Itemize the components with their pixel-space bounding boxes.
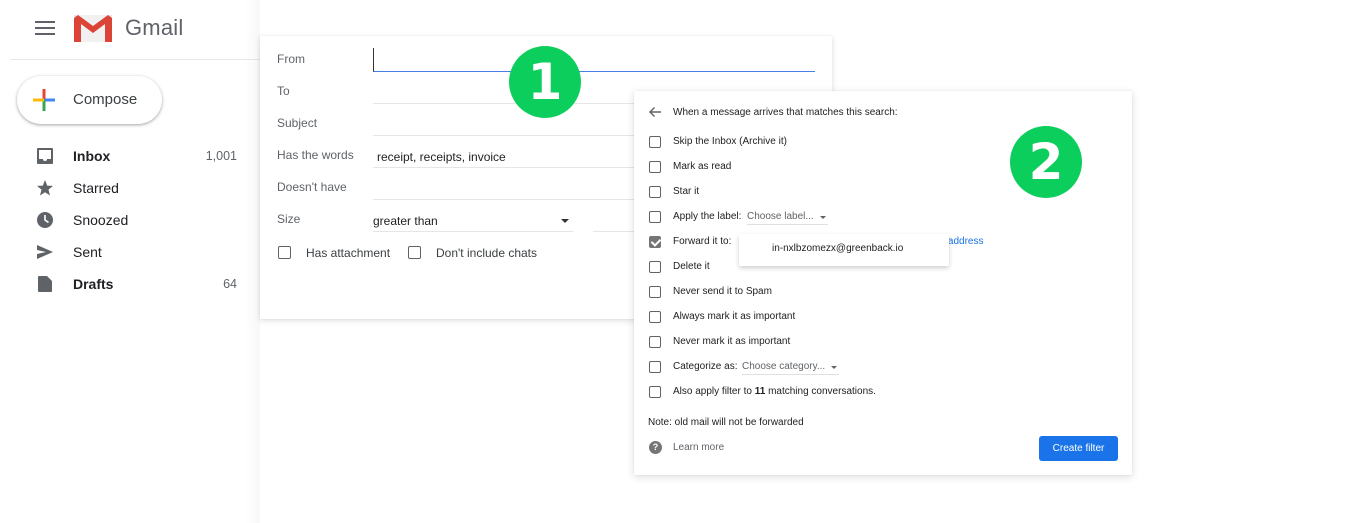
step-1-badge: 1 (509, 46, 581, 118)
apply-existing-checkbox[interactable] (649, 386, 661, 398)
question-circle-icon[interactable]: ? (649, 441, 662, 454)
option-label: Apply the label: (673, 211, 742, 222)
from-label: From (277, 52, 305, 66)
sidebar-item-inbox[interactable]: Inbox 1,001 (0, 140, 250, 172)
choose-category-value: Choose category... (742, 361, 826, 372)
mark-read-checkbox[interactable] (649, 161, 661, 173)
forwarding-note: Note: old mail will not be forwarded (648, 417, 804, 428)
subject-label: Subject (277, 116, 318, 130)
arrow-left-icon[interactable] (648, 105, 662, 119)
create-filter-button[interactable]: Create filter (1039, 436, 1118, 461)
never-spam-checkbox[interactable] (649, 286, 661, 298)
option-never-important: Never mark it as important (634, 330, 1132, 355)
star-it-checkbox[interactable] (649, 186, 661, 198)
matching-count: 11 (754, 386, 766, 397)
step-2-badge: 2 (1010, 126, 1082, 198)
sidebar-item-drafts[interactable]: Drafts 64 (0, 268, 250, 300)
label-prefix: Also apply filter to (673, 386, 755, 397)
sidebar-item-snoozed[interactable]: Snoozed (0, 204, 250, 236)
from-input[interactable] (373, 48, 815, 72)
compose-label: Compose (73, 91, 138, 108)
apply-label-checkbox[interactable] (649, 211, 661, 223)
option-label: Forward it to: (673, 236, 732, 247)
choose-category-dropdown[interactable]: Choose category... (742, 361, 840, 375)
compose-button[interactable]: Compose (17, 76, 162, 124)
header-divider (10, 59, 260, 60)
forward-address-dropdown[interactable]: in-nxlbzomezx@greenback.io (739, 234, 949, 266)
multicolor-plus-icon (33, 89, 55, 111)
doesnt-have-label: Doesn't have (277, 180, 347, 194)
always-important-checkbox[interactable] (649, 311, 661, 323)
unread-count: 1,001 (205, 149, 237, 163)
dropdown-caret-icon (831, 366, 838, 369)
draft-count: 64 (223, 277, 237, 291)
clock-icon (37, 212, 53, 228)
star-icon (37, 180, 53, 196)
dropdown-caret-icon (819, 216, 826, 219)
gmail-wordmark: Gmail (125, 15, 184, 40)
has-attachment-checkbox[interactable] (278, 246, 291, 259)
sidebar-item-sent[interactable]: Sent (0, 236, 250, 268)
sidebar-nav: Inbox 1,001 Starred Snoozed Sent Drafts … (0, 140, 250, 300)
draft-file-icon (38, 276, 52, 292)
dropdown-caret-icon (561, 219, 569, 223)
option-label: Delete it (673, 261, 710, 272)
gmail-m-logo-icon (74, 15, 112, 42)
size-label: Size (277, 212, 301, 226)
option-label: Also apply filter to 11 matching convers… (673, 386, 876, 397)
sidebar-item-label: Sent (73, 244, 102, 260)
dont-include-chats-label: Don't include chats (436, 246, 538, 260)
option-never-spam: Never send it to Spam (634, 280, 1132, 305)
to-label: To (277, 84, 290, 98)
sidebar-item-label: Starred (73, 180, 119, 196)
sidebar-item-label: Inbox (73, 148, 111, 164)
learn-more-link[interactable]: Learn more (673, 442, 724, 453)
sidebar-item-label: Snoozed (73, 212, 129, 228)
choose-label-value: Choose label... (747, 211, 814, 222)
skip-inbox-checkbox[interactable] (649, 136, 661, 148)
option-label: Star it (673, 186, 700, 197)
option-label: Never mark it as important (673, 336, 791, 347)
forward-address-option[interactable]: in-nxlbzomezx@greenback.io (772, 243, 903, 254)
option-apply-existing: Also apply filter to 11 matching convers… (634, 380, 1132, 405)
never-important-checkbox[interactable] (649, 336, 661, 348)
delete-checkbox[interactable] (649, 261, 661, 273)
sidebar-item-label: Drafts (73, 276, 114, 292)
choose-label-dropdown[interactable]: Choose label... (747, 211, 828, 225)
filter-actions-title: When a message arrives that matches this… (673, 107, 898, 118)
has-attachment-label: Has attachment (306, 246, 391, 260)
dont-include-chats-checkbox[interactable] (408, 246, 421, 259)
option-always-important: Always mark it as important (634, 305, 1132, 330)
option-label: Always mark it as important (673, 311, 796, 322)
option-label: Never send it to Spam (673, 286, 772, 297)
option-label: Skip the Inbox (Archive it) (673, 136, 787, 147)
option-label: Categorize as: (673, 361, 738, 372)
hamburger-menu-icon[interactable] (35, 21, 55, 35)
has-words-label: Has the words (277, 148, 354, 162)
label-suffix: matching conversations. (765, 386, 876, 397)
sidebar-item-starred[interactable]: Starred (0, 172, 250, 204)
size-operator-value: greater than (373, 214, 438, 228)
categorize-checkbox[interactable] (649, 361, 661, 373)
option-categorize: Categorize as: Choose category... (634, 355, 1132, 380)
option-apply-label: Apply the label: Choose label... (634, 205, 1132, 230)
send-icon (37, 245, 53, 259)
size-operator-select[interactable]: greater than (373, 208, 573, 232)
option-label: Mark as read (673, 161, 732, 172)
forward-checkbox[interactable] (649, 236, 661, 248)
inbox-icon (37, 148, 53, 164)
